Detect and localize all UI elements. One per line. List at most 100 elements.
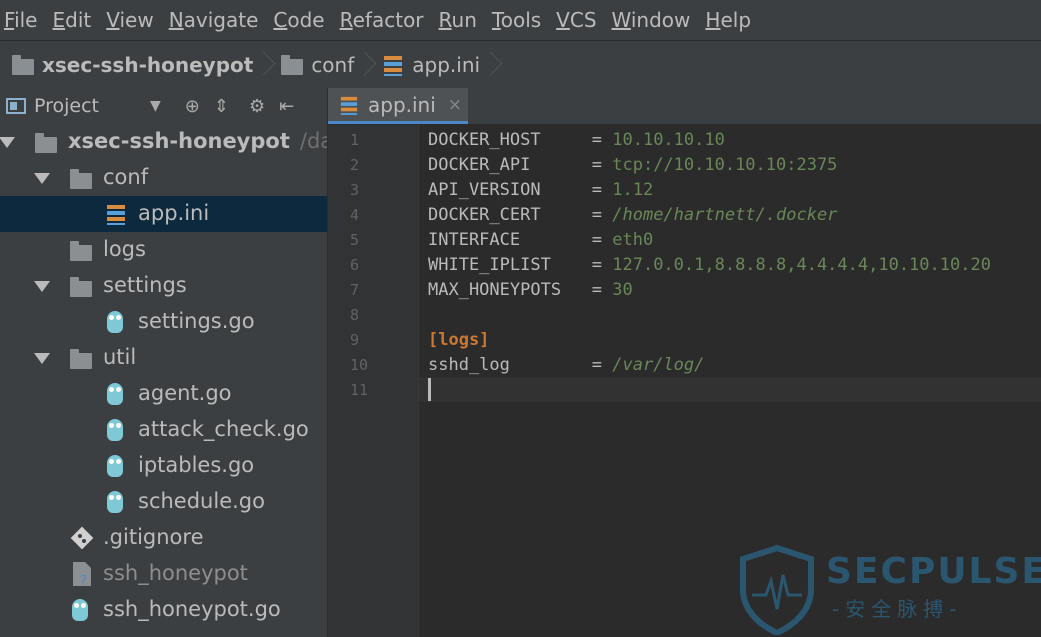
tree-item[interactable]: ssh_honeypot.go — [0, 592, 327, 628]
tree-item-label: settings.go — [138, 309, 255, 333]
ini-equals: = — [591, 355, 613, 375]
tree-item[interactable]: logs — [0, 232, 327, 268]
tree-item[interactable]: xsec-ssh-honeypot/data/ — [0, 124, 327, 160]
tree-item-label: ssh_honeypot.go — [103, 597, 281, 621]
code-line: INTERFACE = eth0 — [428, 228, 653, 253]
line-number-gutter: 1 2 3 4 5 6 7 8 9 10 11 — [328, 125, 419, 637]
line-number: 3 — [350, 181, 360, 199]
tree-item-name: ssh_honeypot.go — [103, 597, 281, 621]
current-line-highlight — [419, 377, 1041, 402]
tree-item-label: ssh_honeypot — [103, 561, 248, 585]
ini-key: MAX_HONEYPOTS — [428, 280, 592, 300]
tree-item[interactable]: .gitignore — [0, 520, 327, 556]
line-number: 1 — [350, 131, 360, 149]
line-number: 4 — [350, 206, 360, 224]
tree-item-label: app.ini — [138, 201, 209, 225]
tree-item[interactable]: util — [0, 340, 327, 376]
folder-icon — [70, 273, 92, 299]
ini-key: DOCKER_HOST — [428, 130, 592, 150]
expand-arrow-icon[interactable] — [34, 353, 50, 364]
collapse-all-icon[interactable]: ⇕ — [214, 96, 229, 117]
go-file-icon — [105, 381, 125, 407]
project-icon — [6, 98, 26, 114]
tree-item[interactable]: app.ini — [0, 196, 327, 232]
menu-item-vcs[interactable]: VCS — [552, 8, 601, 32]
menu-item-tools[interactable]: Tools — [488, 8, 546, 32]
tree-item[interactable]: conf — [0, 160, 327, 196]
go-file-icon — [105, 417, 125, 443]
tree-item-name: settings — [103, 273, 187, 297]
breadcrumb-conf[interactable]: conf — [269, 41, 354, 89]
ini-equals: = — [591, 280, 613, 300]
ini-key: DOCKER_CERT — [428, 205, 592, 225]
tree-item-name: app.ini — [138, 201, 210, 225]
tree-item-name: attack_check.go — [138, 417, 309, 441]
tree-item[interactable]: attack_check.go — [0, 412, 327, 448]
tree-item[interactable]: settings — [0, 268, 327, 304]
tree-item[interactable]: ? ssh_honeypot — [0, 556, 327, 592]
tree-item-label: logs — [103, 237, 146, 261]
tree-item-name: settings.go — [138, 309, 255, 333]
tree-item-name: logs — [103, 237, 146, 261]
tab-app-ini[interactable]: app.ini × — [328, 88, 468, 124]
ini-section: [logs] — [428, 330, 490, 350]
project-path: /data/ — [299, 129, 327, 153]
line-number: 8 — [350, 306, 360, 324]
expand-arrow-icon[interactable] — [0, 137, 15, 148]
tree-item-name: xsec-ssh-honeypot — [68, 129, 290, 153]
ini-value: /var/log/ — [612, 355, 705, 375]
tree-item[interactable]: settings.go — [0, 304, 327, 340]
code-line: MAX_HONEYPOTS = 30 — [428, 278, 633, 303]
ini-value: 30 — [612, 280, 633, 300]
line-number: 11 — [350, 381, 369, 399]
gear-icon[interactable]: ⚙ — [249, 96, 265, 117]
menu-item-edit[interactable]: Edit — [48, 8, 96, 32]
menu-item-view[interactable]: View — [102, 8, 158, 32]
ini-value: /home/hartnett/.docker — [612, 205, 838, 225]
ini-equals: = — [591, 205, 613, 225]
breadcrumb-separator — [259, 41, 269, 89]
locate-icon[interactable]: ⊕ — [185, 96, 200, 117]
ini-value: 127.0.0.1,8.8.8.8,4.4.4.4,10.10.10.20 — [612, 255, 991, 275]
go-file-icon — [105, 489, 125, 515]
ini-file-icon — [339, 95, 359, 115]
breadcrumb-app-ini[interactable]: app.ini — [370, 41, 480, 89]
ini-value: 10.10.10.10 — [612, 130, 725, 150]
menu-item-refactor[interactable]: Refactor — [336, 8, 429, 32]
breadcrumb: xsec-ssh-honeypot conf app.ini — [0, 40, 1041, 89]
ini-key: DOCKER_API — [428, 155, 592, 175]
unknown-file-icon: ? — [70, 561, 94, 587]
menu-item-navigate[interactable]: Navigate — [165, 8, 264, 32]
tree-item-name: conf — [103, 165, 149, 189]
tree-item[interactable]: agent.go — [0, 376, 327, 412]
menu-bar: File Edit View Navigate Code Refactor Run Tools… — [0, 0, 1041, 39]
tree-item-label: conf — [103, 165, 148, 189]
tree-item-label: iptables.go — [138, 453, 254, 477]
tree-item[interactable]: schedule.go — [0, 484, 327, 520]
close-icon[interactable]: × — [448, 95, 462, 115]
project-tree: xsec-ssh-honeypot/data/conf app.ini logs se… — [0, 124, 327, 637]
text-caret — [428, 378, 431, 401]
project-panel-title[interactable]: Project — [34, 95, 99, 117]
line-number: 9 — [350, 331, 360, 349]
menu-item-file[interactable]: File — [0, 8, 42, 32]
go-file-icon — [105, 453, 125, 479]
line-number: 6 — [350, 256, 360, 274]
line-number: 10 — [350, 356, 369, 374]
tree-item-name: iptables.go — [138, 453, 255, 477]
menu-item-run[interactable]: Run — [435, 8, 482, 32]
svg-text:?: ? — [80, 574, 87, 587]
expand-arrow-icon[interactable] — [34, 281, 50, 292]
tree-item-label: util — [103, 345, 136, 369]
chevron-down-icon[interactable]: ▼ — [150, 98, 161, 114]
menu-item-window[interactable]: Window — [608, 8, 696, 32]
expand-arrow-icon[interactable] — [34, 173, 50, 184]
menu-item-code[interactable]: Code — [269, 8, 329, 32]
watermark-subtitle: -安全脉搏- — [832, 597, 963, 621]
tree-item-label: settings — [103, 273, 187, 297]
tree-item[interactable]: iptables.go — [0, 448, 327, 484]
hide-panel-icon[interactable]: ⇤ — [279, 96, 294, 117]
code-line: DOCKER_CERT = /home/hartnett/.docker — [428, 203, 837, 228]
breadcrumb-project[interactable]: xsec-ssh-honeypot — [0, 41, 253, 89]
menu-item-help[interactable]: Help — [701, 8, 756, 32]
